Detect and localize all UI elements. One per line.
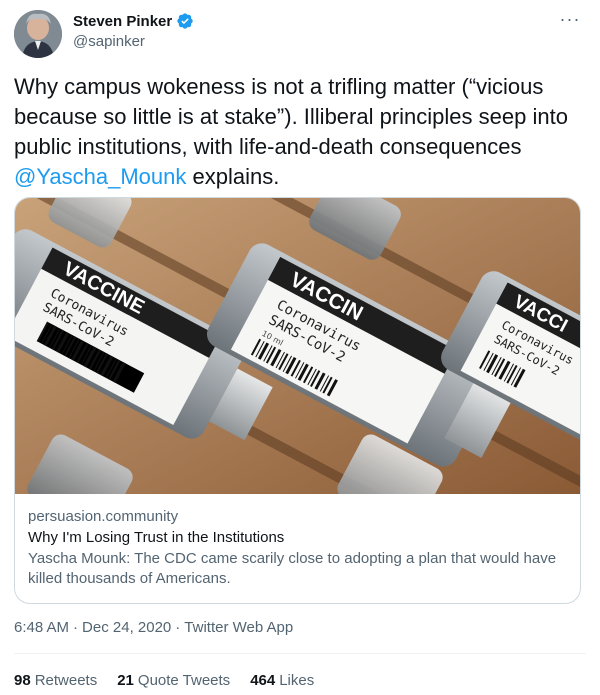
handle[interactable]: @sapinker	[73, 33, 194, 50]
tweet-source[interactable]: Twitter Web App	[184, 619, 293, 636]
quote-tweets-count: 21	[117, 672, 134, 689]
author-names: Steven Pinker @sapinker	[73, 12, 194, 50]
tweet-text-before: Why campus wokeness is not a trifling ma…	[14, 74, 568, 159]
tweet-time[interactable]: 6:48 AM	[14, 619, 69, 636]
meta-separator: ·	[175, 619, 181, 636]
tweet-text-after: explains.	[186, 164, 280, 189]
display-name[interactable]: Steven Pinker	[73, 13, 172, 30]
mention-link[interactable]: @Yascha_Mounk	[14, 164, 186, 189]
link-card[interactable]: VACCINE Coronavirus SARS-CoV-2 VACCIN Co…	[14, 197, 581, 604]
avatar-image	[14, 10, 62, 58]
likes-label: Likes	[279, 672, 315, 689]
card-image[interactable]: VACCINE Coronavirus SARS-CoV-2 VACCIN Co…	[15, 198, 580, 494]
retweets-count: 98	[14, 672, 31, 689]
quote-tweets-label: Quote Tweets	[137, 672, 231, 689]
retweets-label: Retweets	[34, 672, 98, 689]
more-options-icon[interactable]: ···	[558, 10, 582, 32]
tweet-date[interactable]: Dec 24, 2020	[82, 619, 171, 636]
card-description: Yascha Mounk: The CDC came scarily close…	[28, 550, 557, 587]
meta-separator: ·	[73, 619, 79, 636]
card-body: persuasion.community Why I'm Losing Trus…	[28, 507, 568, 589]
tweet-header: Steven Pinker @sapinker ···	[14, 8, 586, 60]
retweets-stat[interactable]: 98 Retweets	[14, 672, 97, 689]
divider	[14, 653, 586, 654]
verified-badge-icon	[176, 12, 194, 30]
vaccine-vials-photo: VACCINE Coronavirus SARS-CoV-2 VACCIN Co…	[15, 198, 580, 494]
likes-count: 464	[250, 672, 276, 689]
quote-tweets-stat[interactable]: 21 Quote Tweets	[117, 672, 230, 689]
card-domain: persuasion.community	[28, 508, 179, 525]
likes-stat[interactable]: 464 Likes	[250, 672, 314, 689]
card-title: Why I'm Losing Trust in the Institutions	[28, 529, 285, 546]
name-row: Steven Pinker	[73, 12, 194, 30]
avatar[interactable]	[14, 10, 62, 58]
tweet-stats: 98 Retweets 21 Quote Tweets 464 Likes	[14, 672, 314, 689]
tweet-meta: 6:48 AM · Dec 24, 2020 · Twitter Web App	[14, 619, 293, 636]
tweet-text: Why campus wokeness is not a trifling ma…	[14, 72, 584, 192]
